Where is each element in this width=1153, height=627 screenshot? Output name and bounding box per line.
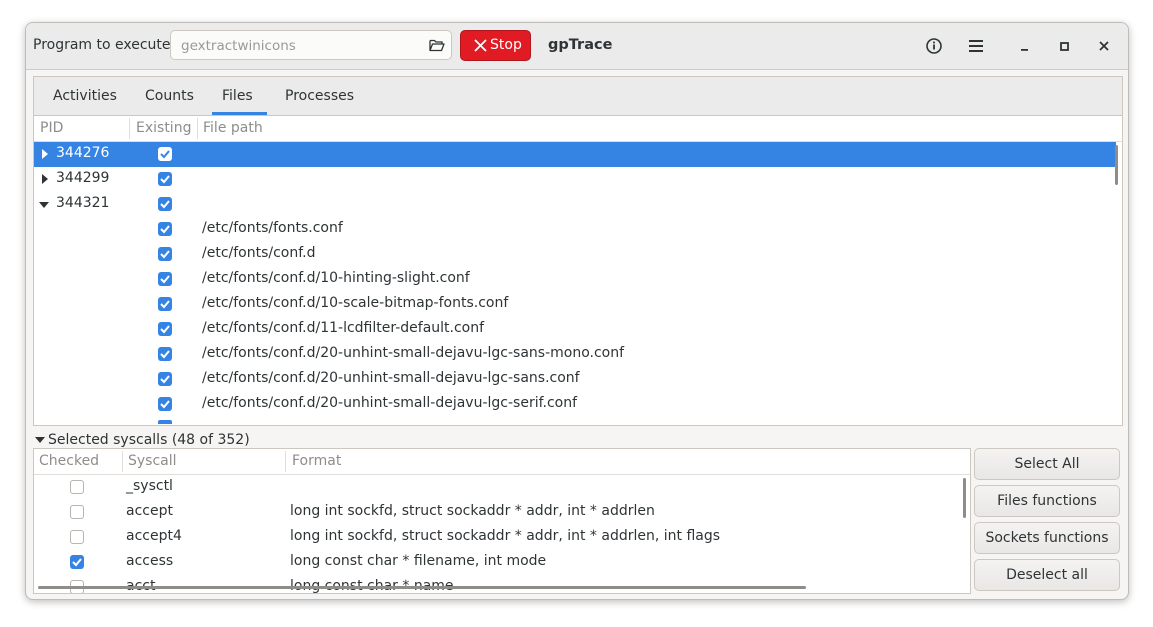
files-functions-button[interactable]: Files functions — [974, 485, 1120, 517]
column-separator — [285, 451, 286, 472]
syscall-name-cell: accept — [126, 503, 173, 519]
column-pid[interactable]: PID — [40, 120, 63, 136]
column-checked[interactable]: Checked — [39, 453, 99, 469]
checkbox-icon[interactable] — [158, 197, 172, 211]
files-column-header: PID Existing File path — [34, 116, 1122, 142]
checkbox-icon[interactable] — [158, 397, 172, 411]
table-row[interactable]: /etc/fonts/conf.d/11-lcdfilter-default.c… — [34, 317, 1116, 342]
syscall-name-cell: accept4 — [126, 528, 182, 544]
file-path-cell: /etc/fonts/conf.d/11-lcdfilter-default.c… — [202, 320, 485, 336]
checkbox-icon — [158, 420, 172, 424]
table-row[interactable]: 344276 — [34, 142, 1116, 167]
table-row[interactable]: /etc/fonts/conf.d/10-hinting-slight.conf — [34, 267, 1116, 292]
header-bar: Program to execute: Stop gpTrace — [26, 23, 1128, 70]
active-tab-indicator — [212, 112, 267, 115]
checkbox-icon[interactable] — [70, 530, 84, 544]
notebook: Activities Counts Files Processes PID Ex… — [33, 76, 1123, 426]
syscall-format-cell: long const char * filename, int mode — [290, 553, 547, 569]
sockets-functions-button[interactable]: Sockets functions — [974, 522, 1120, 554]
syscall-format-cell: long int sockfd, struct sockaddr * addr,… — [290, 528, 721, 544]
checkbox-icon[interactable] — [158, 347, 172, 361]
syscall-name-cell: access — [126, 553, 174, 569]
table-row[interactable]: /etc/fonts/conf.d/20-unhint-small-dejavu… — [34, 367, 1116, 392]
table-row[interactable]: /etc/fonts/conf.d/20-unhint-small-dejavu… — [34, 392, 1116, 417]
checkbox-icon[interactable] — [158, 372, 172, 386]
table-row[interactable]: _sysctl — [34, 475, 964, 500]
file-path-cell: /etc/fonts/conf.d/20-unhint-small-dejavu… — [202, 395, 578, 411]
expander-arrow-icon[interactable] — [42, 149, 48, 159]
app-window: Program to execute: Stop gpTrace — [25, 22, 1129, 600]
tab-activities[interactable]: Activities — [53, 88, 117, 104]
file-path-cell: /etc/fonts/conf.d/10-scale-bitmap-fonts.… — [202, 295, 509, 311]
checkbox-icon[interactable] — [158, 247, 172, 261]
select-all-button[interactable]: Select All — [974, 448, 1120, 480]
table-row[interactable]: /etc/fonts/conf.d — [34, 242, 1116, 267]
tab-processes[interactable]: Processes — [285, 88, 354, 104]
maximize-icon[interactable] — [1052, 34, 1076, 58]
checkbox-icon[interactable] — [158, 222, 172, 236]
file-path-cell: /etc/fonts/fonts.conf — [202, 220, 343, 236]
file-path-cell: /etc/fonts/conf.d — [202, 245, 316, 261]
table-row[interactable]: /etc/fonts/conf.d/10-scale-bitmap-fonts.… — [34, 292, 1116, 317]
column-format[interactable]: Format — [292, 453, 341, 469]
syscall-format-cell: long int sockfd, struct sockaddr * addr,… — [290, 503, 655, 519]
pid-cell: 344276 — [56, 145, 110, 161]
stop-label: Stop — [490, 37, 522, 53]
syscalls-column-header: Checked Syscall Format — [34, 449, 970, 475]
program-label: Program to execute: — [33, 37, 176, 53]
tab-files[interactable]: Files — [222, 88, 253, 104]
table-row[interactable]: accept4 long int sockfd, struct sockaddr… — [34, 525, 964, 550]
close-x-icon — [473, 38, 488, 53]
checkbox-icon[interactable] — [158, 322, 172, 336]
expander-arrow-icon[interactable] — [39, 202, 49, 208]
tab-bar: Activities Counts Files Processes — [34, 77, 1122, 116]
table-row[interactable]: access long const char * filename, int m… — [34, 550, 964, 575]
checkbox-icon[interactable] — [158, 147, 172, 161]
stop-button[interactable]: Stop — [460, 30, 531, 61]
column-syscall[interactable]: Syscall — [128, 453, 177, 469]
checkbox-icon[interactable] — [70, 555, 84, 569]
pid-cell: 344321 — [56, 195, 110, 211]
file-path-cell: /etc/fonts/conf.d/20-unhint-small-dejavu… — [202, 345, 625, 361]
table-row[interactable]: accept long int sockfd, struct sockaddr … — [34, 500, 964, 525]
info-icon[interactable] — [922, 34, 946, 58]
column-separator — [122, 451, 123, 472]
app-title: gpTrace — [548, 37, 613, 53]
table-row[interactable]: 344321 — [34, 192, 1116, 217]
close-window-icon[interactable] — [1092, 34, 1116, 58]
syscalls-expander-label: Selected syscalls (48 of 352) — [48, 432, 250, 448]
tab-counts[interactable]: Counts — [145, 88, 194, 104]
table-row[interactable]: 344299 — [34, 167, 1116, 192]
pid-cell: 344299 — [56, 170, 110, 186]
column-file-path[interactable]: File path — [203, 120, 263, 136]
expander-arrow-icon[interactable] — [42, 174, 48, 184]
table-row[interactable]: /etc/fonts/conf.d/20-unhint-small-dejavu… — [34, 342, 1116, 367]
column-separator — [129, 118, 130, 139]
program-input[interactable] — [179, 36, 419, 56]
table-row[interactable]: acct long const char * name — [34, 575, 964, 593]
checkbox-icon[interactable] — [158, 297, 172, 311]
program-input-box[interactable] — [170, 30, 452, 60]
folder-open-icon[interactable] — [429, 38, 445, 52]
checkbox-icon[interactable] — [70, 480, 84, 494]
column-separator — [197, 118, 198, 139]
file-path-cell: /etc/fonts/conf.d/20-unhint-small-dejavu… — [202, 370, 580, 386]
column-existing[interactable]: Existing — [136, 120, 191, 136]
checkbox-icon[interactable] — [158, 272, 172, 286]
syscalls-table: Checked Syscall Format _sysctl accept lo… — [33, 448, 971, 594]
checkbox-icon[interactable] — [158, 172, 172, 186]
deselect-all-button[interactable]: Deselect all — [974, 559, 1120, 591]
table-row[interactable]: /etc/fonts/fonts.conf — [34, 217, 1116, 242]
syscalls-vertical-scrollbar[interactable] — [963, 478, 966, 518]
syscalls-horizontal-scrollbar[interactable] — [38, 586, 806, 589]
hamburger-menu-icon[interactable] — [964, 34, 988, 58]
checkbox-icon[interactable] — [70, 505, 84, 519]
minimize-icon[interactable] — [1012, 34, 1036, 58]
expander-arrow-icon[interactable] — [35, 437, 45, 443]
file-path-cell: /etc/fonts/conf.d/10-hinting-slight.conf — [202, 270, 470, 286]
files-scrollbar[interactable] — [1115, 145, 1118, 185]
syscall-name-cell: _sysctl — [126, 478, 173, 494]
